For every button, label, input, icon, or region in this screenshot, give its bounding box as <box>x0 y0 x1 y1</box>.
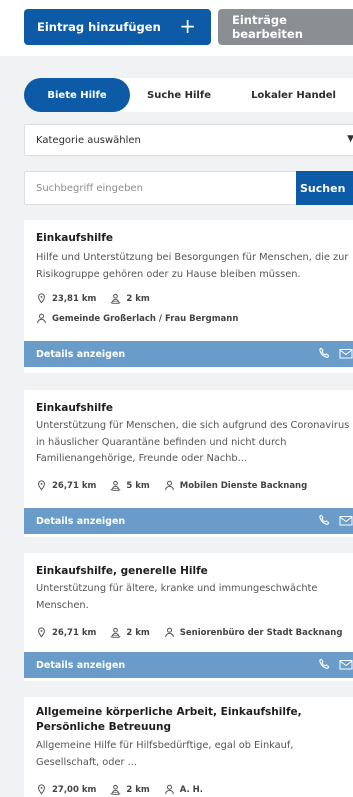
details-label: Details anzeigen <box>36 348 126 360</box>
listing-title: Allgemeine körperliche Arbeit, Einkaufsh… <box>36 706 302 733</box>
listing-title: Einkaufshilfe <box>36 232 113 244</box>
details-button[interactable]: Details anzeigen <box>24 341 353 367</box>
listing-organization: Mobilen Dienste Backnang <box>179 480 308 491</box>
tab-bar: Biete Hilfe Suche Hilfe Lokaler Handel <box>24 78 353 112</box>
listing-title: Einkaufshilfe, generelle Hilfe <box>36 565 208 577</box>
phone-icon[interactable] <box>318 658 331 671</box>
location-pin-icon <box>38 784 45 795</box>
location-pin-icon <box>38 293 45 304</box>
listing-radius: 2 km <box>126 293 150 304</box>
listing-meta: 23,81 km 2 km <box>36 293 150 304</box>
listing-description: Hilfe und Unterstützung bei Besorgungen … <box>36 252 349 280</box>
listing-distance: 26,71 km <box>52 627 97 638</box>
tab-offer-help[interactable]: Biete Hilfe <box>24 78 130 112</box>
edit-entries-label: Einträge bearbeiten <box>232 13 303 41</box>
listing-radius: 2 km <box>126 784 150 795</box>
listing-description: Unterstützung für ältere, kranke und imm… <box>36 583 318 611</box>
listing-meta: 26,71 km 5 km Mobilen Dienste Backnang <box>36 480 307 491</box>
listing-radius: 5 km <box>126 480 150 491</box>
listing-meta: 26,71 km 2 km Seniorenbüro der Stadt Bac… <box>36 627 342 638</box>
edit-entries-button[interactable]: Einträge bearbeiten <box>218 9 353 45</box>
radius-person-icon <box>110 293 121 304</box>
category-select-value: Kategorie auswählen <box>36 134 141 146</box>
tab-offer-help-label: Biete Hilfe <box>47 89 107 101</box>
search-bar: Suchen <box>24 171 353 205</box>
listing-card[interactable]: Einkaufshilfe Unterstützung für Menschen… <box>24 390 353 537</box>
person-icon <box>164 784 174 795</box>
listing-description: Unterstützung für Menschen, die sich auf… <box>36 420 350 464</box>
details-label: Details anzeigen <box>36 659 126 671</box>
tab-local-trade-label: Lokaler Handel <box>251 89 336 101</box>
tab-seek-help-label: Suche Hilfe <box>147 89 211 101</box>
person-icon <box>37 313 46 324</box>
listing-title: Einkaufshilfe <box>36 402 113 414</box>
tab-local-trade[interactable]: Lokaler Handel <box>228 78 353 112</box>
phone-icon[interactable] <box>318 514 331 527</box>
listing-provider: Gemeinde Großerlach / Frau Bergmann <box>36 313 238 324</box>
search-input[interactable] <box>25 172 296 204</box>
mail-icon[interactable] <box>339 514 353 527</box>
listing-organization: Gemeinde Großerlach / Frau Bergmann <box>52 313 239 324</box>
listing-distance: 27,00 km <box>52 784 97 795</box>
listing-meta: 27,00 km 2 km A. H. <box>36 784 203 795</box>
listing-card[interactable]: Allgemeine körperliche Arbeit, Einkaufsh… <box>24 697 353 797</box>
add-entry-label: Eintrag hinzufügen <box>37 20 161 34</box>
caret-down-icon: ▼ <box>347 134 353 144</box>
radius-person-icon <box>110 627 121 638</box>
person-icon <box>164 627 174 638</box>
person-icon <box>164 480 174 491</box>
mail-icon[interactable] <box>339 658 353 671</box>
top-toolbar: Eintrag hinzufügen + Einträge bearbeiten <box>0 0 353 56</box>
search-button[interactable]: Suchen <box>296 171 353 205</box>
tab-seek-help[interactable]: Suche Hilfe <box>130 78 228 112</box>
details-button[interactable]: Details anzeigen <box>24 508 353 534</box>
radius-person-icon <box>110 784 121 795</box>
listing-card[interactable]: Einkaufshilfe, generelle Hilfe Unterstüt… <box>24 553 353 681</box>
add-entry-button[interactable]: Eintrag hinzufügen + <box>24 9 211 45</box>
listing-description: Allgemeine Hilfe für Hilfsbedürftige, eg… <box>36 740 294 768</box>
radius-person-icon <box>110 480 121 491</box>
details-label: Details anzeigen <box>36 515 126 527</box>
listing-organization: A. H. <box>179 784 204 795</box>
phone-icon[interactable] <box>318 347 331 360</box>
details-button[interactable]: Details anzeigen <box>24 652 353 678</box>
search-button-label: Suchen <box>300 181 346 195</box>
category-select[interactable]: Kategorie auswählen ▼ <box>24 124 353 156</box>
listing-distance: 26,71 km <box>52 480 97 491</box>
mail-icon[interactable] <box>339 347 353 360</box>
location-pin-icon <box>38 480 45 491</box>
listing-card[interactable]: Einkaufshilfe Hilfe und Unterstützung be… <box>24 220 353 373</box>
location-pin-icon <box>38 627 45 638</box>
plus-icon: + <box>179 14 196 38</box>
listing-organization: Seniorenbüro der Stadt Backnang <box>179 627 343 638</box>
listing-radius: 2 km <box>126 627 150 638</box>
listing-distance: 23,81 km <box>52 293 97 304</box>
